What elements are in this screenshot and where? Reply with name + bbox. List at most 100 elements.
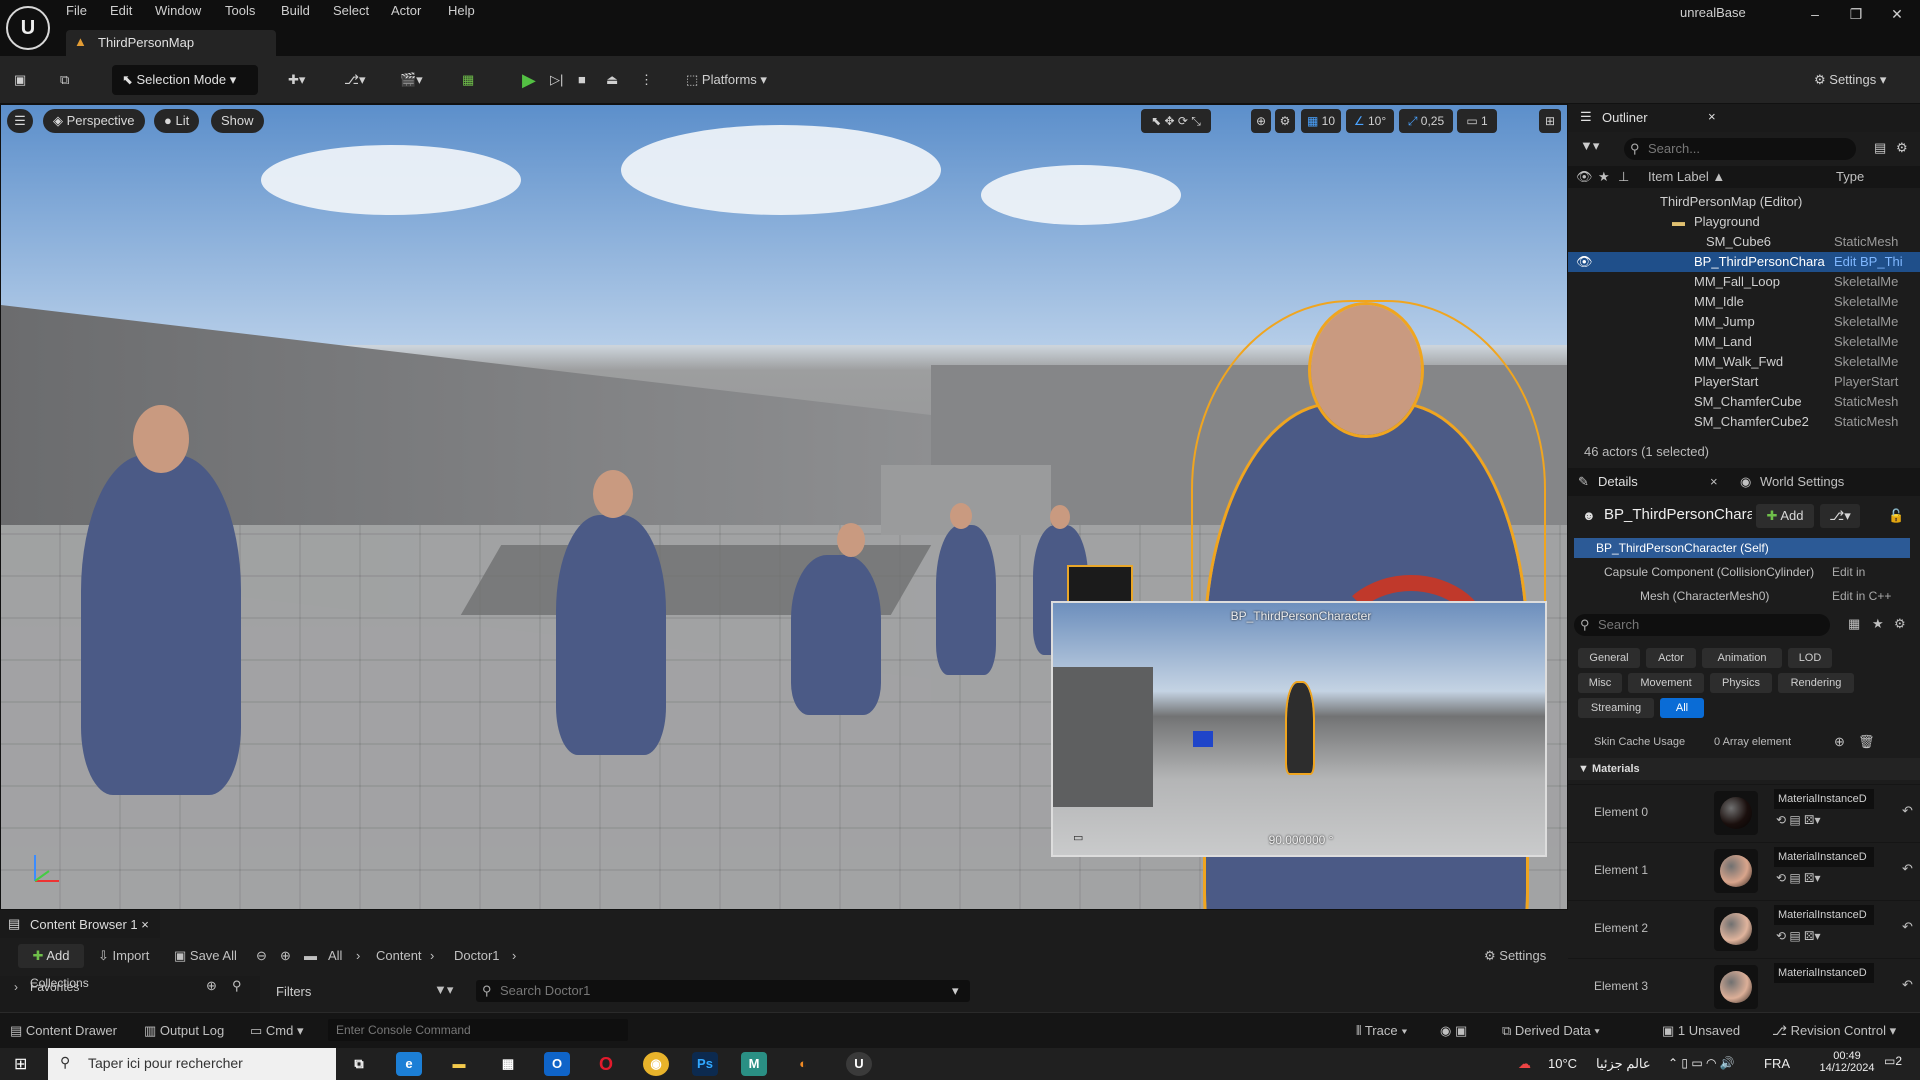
materials-header[interactable]: ▼ Materials [1568,758,1920,780]
add-component-button[interactable]: ✚ Add [1756,504,1814,528]
save-icon[interactable]: ▣ [14,65,36,95]
photoshop-icon[interactable]: Ps [692,1052,718,1076]
rotation-snap-button[interactable]: ∠ 10° [1346,109,1394,133]
minimize-icon[interactable]: – [1802,6,1828,28]
material-picker[interactable]: MaterialInstanceD [1774,963,1874,983]
material-actions-icon[interactable]: ⟲ ▤ ⚄▾ [1776,871,1821,885]
forward-icon[interactable]: ⊕ [280,948,291,964]
menu-build[interactable]: Build [281,3,310,21]
material-thumbnail[interactable] [1714,907,1758,951]
character-figure[interactable] [81,455,241,795]
level-viewport[interactable]: ☰ ◈ Perspective ● Lit Show ⬉ ✥ ⟳ ⤡ ⊕ ⚙ ▦… [0,104,1568,910]
collections-label[interactable]: Collections [30,976,89,990]
material-thumbnail[interactable] [1714,849,1758,893]
pin-icon[interactable]: ⊥ [1618,169,1629,185]
visibility-eye-icon[interactable]: 👁 [1576,252,1593,272]
camera-speed-button[interactable]: ▭ 1 [1457,109,1497,133]
grid-snap-button[interactable]: ▦ 10 [1301,109,1341,133]
eject-icon[interactable]: ⏏ [606,65,626,95]
content-browser-tab[interactable]: ▤ Content Browser 1 × [0,910,160,938]
save-all-button[interactable]: ▣ Save All [174,948,237,964]
content-search[interactable]: ⚲ Search Doctor1 ▾ [476,980,970,1002]
tab-close-icon[interactable]: × [141,917,149,932]
outliner-close-icon[interactable]: × [1708,109,1716,124]
character-figure[interactable] [936,525,996,675]
outliner-settings-icon[interactable]: ⚙ [1896,140,1908,156]
outliner-row[interactable]: ThirdPersonMap (Editor) [1568,192,1920,212]
content-drawer-button[interactable]: ▤ Content Drawer [10,1023,117,1039]
category-all[interactable]: All [1660,698,1704,718]
reset-icon[interactable]: ↶ [1902,803,1913,819]
details-close-icon[interactable]: × [1710,474,1718,489]
taskbar-search[interactable]: ⚲ Taper ici pour rechercher [48,1048,336,1080]
notification-icon[interactable]: ▭2 [1884,1054,1902,1068]
chevron-down-icon[interactable]: ▾ [952,980,959,1002]
add-collection-icon[interactable]: ⊕ [206,978,217,994]
filter-icon[interactable]: ▼▾ [1580,138,1608,160]
browse-icon[interactable]: ⧉ [60,65,82,95]
category-misc[interactable]: Misc [1578,673,1622,693]
outliner-row[interactable]: SM_Cube6 StaticMesh [1568,232,1920,252]
menu-edit[interactable]: Edit [110,3,132,21]
record-icon[interactable]: ◉ ▣ [1440,1023,1467,1039]
console-input[interactable]: Enter Console Command [328,1019,628,1041]
step-icon[interactable]: ▷| [550,65,570,95]
file-explorer-icon[interactable]: ▬ [446,1052,472,1076]
material-actions-icon[interactable]: ⟲ ▤ ⚄▾ [1776,813,1821,827]
close-icon[interactable]: ✕ [1884,6,1910,28]
settings-button[interactable]: ⚙ Settings ▾ [1814,65,1914,95]
menu-window[interactable]: Window [155,3,201,21]
component-capsule[interactable]: Capsule Component (CollisionCylinder) Ed… [1604,562,1920,582]
blender-icon[interactable]: ◐ [790,1052,816,1076]
outliner-row[interactable]: MM_Idle SkeletalMe [1568,292,1920,312]
outliner-search[interactable]: ⚲ Search... [1624,138,1856,160]
path-doctor1[interactable]: Doctor1 [454,948,500,963]
material-picker[interactable]: MaterialInstanceD [1774,905,1874,925]
material-picker[interactable]: MaterialInstanceD [1774,847,1874,867]
scale-snap-button[interactable]: ⤢ 0,25 [1399,109,1453,133]
unreal-taskbar-icon[interactable]: U [846,1052,872,1076]
layout-icon[interactable]: ⊞ [1539,109,1561,133]
character-figure[interactable] [556,515,666,755]
outlook-icon[interactable]: O [544,1052,570,1076]
material-actions-icon[interactable]: ⟲ ▤ ⚄▾ [1776,929,1821,943]
menu-tools[interactable]: Tools [225,3,255,21]
cinematics-icon[interactable]: 🎬▾ [400,65,440,95]
cmd-dropdown[interactable]: ▭ Cmd ▾ [250,1023,304,1039]
transform-tools[interactable]: ⬉ ✥ ⟳ ⤡ [1141,109,1211,133]
outliner-row[interactable]: MM_Fall_Loop SkeletalMe [1568,272,1920,292]
play-icon[interactable]: ▶ [522,65,542,95]
character-figure[interactable] [791,555,881,715]
show-button[interactable]: Show [211,109,264,133]
viewport-menu-icon[interactable]: ☰ [7,109,33,133]
add-folder-icon[interactable]: ▤ [1874,140,1886,156]
outliner-row[interactable]: SM_ChamferCube2 StaticMesh [1568,412,1920,432]
maya-icon[interactable]: M [741,1052,767,1076]
table-view-icon[interactable]: ▦ [1848,616,1860,632]
category-animation[interactable]: Animation [1702,648,1782,668]
chrome-icon[interactable]: ◉ [643,1052,669,1076]
lit-button[interactable]: ● Lit [154,109,200,133]
maximize-icon[interactable]: ❐ [1843,6,1869,28]
path-all[interactable]: All [328,948,342,963]
visibility-eye-icon[interactable]: 👁 [1576,169,1593,185]
windows-start-icon[interactable]: ⊞ [14,1054,27,1074]
tab-map[interactable]: ▲ ThirdPersonMap [66,30,276,56]
import-button[interactable]: ⇩ Import [98,948,149,964]
tray-icons[interactable]: ⌃ ▯ ▭ ◠ 🔊 [1668,1056,1735,1070]
component-mesh[interactable]: Mesh (CharacterMesh0) Edit in C++ [1640,586,1920,606]
favorites-star-icon[interactable]: ★ [1872,616,1884,632]
tab-details[interactable]: Details [1598,474,1638,489]
path-content[interactable]: Content [376,948,422,963]
collapse-arrow-icon[interactable]: › [14,980,18,994]
derived-data-dropdown[interactable]: ⧉ Derived Data ▾ [1502,1023,1600,1039]
category-rendering[interactable]: Rendering [1778,673,1854,693]
surface-snap-icon[interactable]: ⚙ [1275,109,1295,133]
outliner-row[interactable]: MM_Jump SkeletalMe [1568,312,1920,332]
selection-mode-dropdown[interactable]: ⬉ Selection Mode ▾ [112,65,258,95]
component-capsule-edit[interactable]: Edit in [1832,562,1865,582]
menu-help[interactable]: Help [448,3,475,21]
outliner-row[interactable]: MM_Walk_Fwd SkeletalMe [1568,352,1920,372]
revision-control-dropdown[interactable]: ⎇ Revision Control ▾ [1772,1023,1896,1039]
add-button[interactable]: ✚ Add [18,944,84,968]
